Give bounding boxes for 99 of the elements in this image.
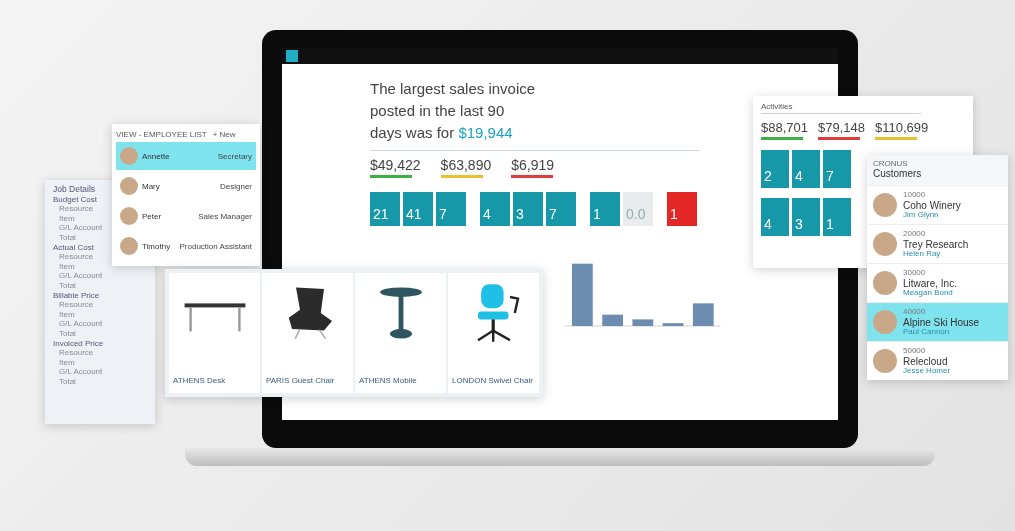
customer-number: 40000 [903,307,927,317]
product-name: PARIS Guest Chair [266,376,335,385]
chart-bar [692,303,714,326]
cue-tile[interactable]: 4 [480,192,510,226]
customer-row[interactable]: 20000 Trey Research Helen Ray [867,224,1008,263]
cue-tile[interactable]: 4 [761,198,789,236]
pedestal-table-icon [379,287,422,339]
cue-tile[interactable]: 7 [823,150,851,188]
panel-title: Customers [873,168,923,179]
row-label: Item [58,213,75,223]
employee-name: Mary [142,181,160,191]
customer-row[interactable]: 50000 Relecloud Jesse Homer [867,341,1008,380]
customer-number: 10000 [903,190,927,200]
chart-bar [602,314,623,326]
row-label: Resource [58,204,94,214]
kpi-value: $6,919 [511,157,555,173]
avatar-icon [873,349,897,373]
employee-role: Designer [220,181,252,191]
product-name: ATHENS Mobile [359,376,417,385]
row-label: Resource [58,252,94,262]
cue-tile[interactable]: 3 [792,198,820,236]
avatar-icon [873,310,897,334]
cue-tile[interactable]: 4 [792,150,820,188]
list-title: VIEW - EMPLOYEE LIST [116,129,207,139]
section-title: Budget Cost [53,195,98,204]
customer-name: Relecloud [903,355,949,367]
panel-title: Activities [761,102,921,114]
avatar-icon [120,237,138,255]
row-label: Total [58,280,76,290]
employee-name: Peter [142,211,162,221]
armchair-icon [288,287,332,340]
contact-name: Helen Ray [903,249,942,259]
row-label: Item [58,357,75,367]
avatar-icon [873,193,897,217]
cue-tile[interactable]: 7 [436,192,466,226]
row-label: Item [58,261,75,271]
product-name: ATHENS Desk [173,376,226,385]
avatar-icon [120,177,138,195]
row-label: G/L Account [58,367,103,377]
new-button[interactable]: + New [212,129,236,139]
avatar-icon [120,207,138,225]
row-label: G/L Account [58,223,103,233]
row-label: Total [58,376,76,386]
cue-tile[interactable]: 1 [823,198,851,236]
employee-name: Annette [142,151,170,161]
cue-tile[interactable]: 1 [590,192,620,226]
row-label: G/L Account [58,271,103,281]
employee-role: Sales Manager [198,211,252,221]
customer-number: 20000 [903,229,927,239]
row-label: Item [58,309,75,319]
customer-number: 30000 [903,268,927,278]
employee-row[interactable]: Annette Secretary [116,142,256,170]
row-label: Total [58,232,76,242]
kpi-value: $88,701 [761,120,808,135]
desk-icon [184,303,245,332]
section-title: Billable Price [53,291,100,300]
customer-name: Litware, Inc. [903,277,957,289]
employee-role: Secretary [217,151,252,161]
chart-bar [662,323,684,326]
contact-name: Jesse Homer [903,366,951,376]
product-name: LONDON Swivel Chair [452,376,533,385]
kpi-value: $49,422 [370,157,421,173]
kpi-value: $79,148 [818,120,865,135]
contact-name: Jim Glynn [903,210,939,220]
kpi-value: $110,699 [875,120,929,135]
customer-name: Trey Research [903,238,969,250]
row-label: G/L Account [58,319,103,329]
headline: The largest sales invoice posted in the last 90 days was for $19,944 [370,79,537,143]
office-chair-icon [476,284,519,343]
row-label: Resource [58,300,94,310]
customer-row[interactable]: 10000 Coho Winery Jim Glynn [867,185,1008,224]
section-title: Invoiced Price [53,339,104,348]
chart-bar [572,263,593,326]
chart-bar [632,319,654,326]
cue-tile[interactable]: 7 [546,192,576,226]
cue-tile[interactable]: 2 [761,150,789,188]
customer-row[interactable]: 40000 Alpine Ski House Paul Cannon [867,302,1008,341]
employee-role: Production Assistant [179,241,252,251]
customer-number: 50000 [903,346,927,356]
employee-name: Timothy [142,241,171,251]
contact-name: Meagan Bond [903,288,954,298]
customer-name: Alpine Ski House [903,316,980,328]
cue-tile[interactable]: 21 [370,192,400,226]
row-label: Total [58,328,76,338]
avatar-icon [873,271,897,295]
avatar-icon [873,232,897,256]
cue-tile[interactable]: 0.0 [623,192,653,226]
panel-title: Job Details [53,184,96,194]
app-logo-icon [286,50,298,62]
contact-name: Paul Cannon [903,327,951,337]
company-name: CRONUS [873,159,909,168]
cue-tile[interactable]: 41 [403,192,433,226]
row-label: Resource [58,348,94,358]
kpi-value: $63,890 [440,157,492,173]
avatar-icon [120,147,138,165]
cue-tile[interactable]: 3 [513,192,543,226]
cue-tile[interactable]: 1 [667,192,697,226]
customer-name: Coho Winery [903,199,961,211]
section-title: Actual Cost [53,243,94,252]
